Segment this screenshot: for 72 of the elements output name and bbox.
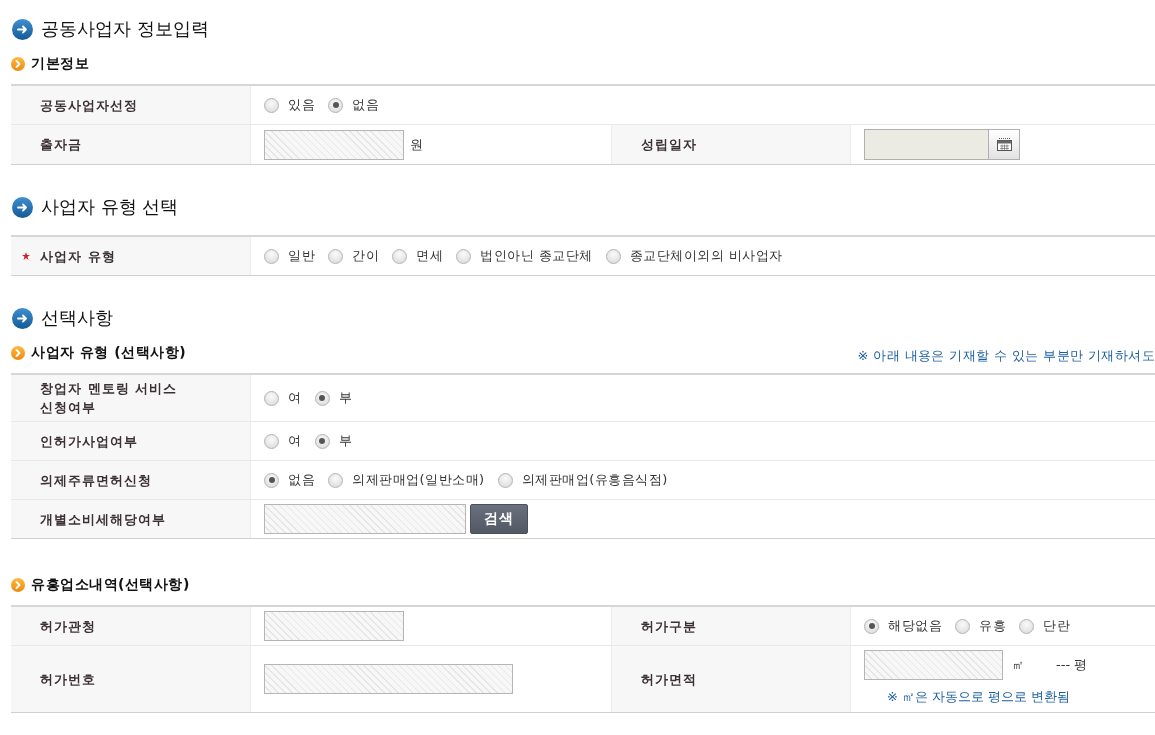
field-label: 허가관청: [40, 617, 96, 636]
radio-button[interactable]: [328, 97, 343, 113]
field-label: 개별소비세해당여부: [40, 510, 166, 529]
radio-label: 없음: [352, 96, 379, 114]
input-field[interactable]: [264, 664, 513, 694]
radio-button[interactable]: [264, 472, 279, 488]
date-field[interactable]: [864, 129, 989, 160]
arrow-right-circle-icon: [12, 307, 33, 329]
arrow-right-circle-icon: [12, 196, 33, 218]
radio-label: 의제판매업(유흥음식점): [521, 471, 668, 489]
subsection-title: 기본정보: [31, 55, 89, 73]
radio-button[interactable]: [392, 248, 407, 264]
notice-text: ※ 아래 내용은 기재할 수 있는 부분만 기재하셔도: [857, 347, 1155, 365]
radio-label: 일반: [288, 247, 315, 265]
unit-label: ㎡: [1012, 656, 1024, 674]
subsection-title: 유흥업소내역(선택사항): [31, 576, 190, 594]
chevron-circle-icon: [11, 57, 25, 71]
radio-button[interactable]: [955, 618, 970, 634]
radio-button[interactable]: [264, 390, 279, 406]
field-label: 창업자 멘토링 서비스 신청여부: [40, 380, 179, 417]
field-label: 성립일자: [641, 136, 697, 154]
radio-label: 부: [338, 389, 352, 407]
radio-button[interactable]: [864, 618, 879, 634]
radio-label: 있음: [288, 96, 315, 114]
radio-button[interactable]: [264, 97, 279, 113]
radio-label: 여: [288, 389, 302, 407]
radio-button[interactable]: [497, 472, 513, 488]
field-label: 사업자 유형: [40, 247, 116, 266]
section-title: 사업자 유형 선택: [41, 195, 179, 219]
field-label: 공동사업자선정: [40, 96, 138, 115]
chevron-circle-icon: [11, 578, 25, 592]
radio-label: 종교단체이외의 비사업자: [629, 247, 783, 265]
search-button[interactable]: 검색: [470, 504, 528, 534]
arrow-right-circle-icon: [12, 18, 33, 40]
radio-button[interactable]: [328, 472, 343, 488]
radio-button[interactable]: [328, 248, 343, 264]
input-field[interactable]: [864, 650, 1003, 680]
radio-button[interactable]: [1019, 618, 1034, 634]
radio-button[interactable]: [314, 390, 330, 406]
radio-button[interactable]: [264, 248, 279, 264]
converted-value: --- 평: [1056, 656, 1088, 674]
subsection-title: 사업자 유형 (선택사항): [31, 344, 187, 362]
field-label: 허가면적: [641, 670, 697, 689]
chevron-circle-icon: [11, 346, 25, 360]
field-label: 허가구분: [641, 617, 697, 636]
radio-label: 간이: [352, 247, 379, 265]
section-title: 공동사업자 정보입력: [41, 17, 209, 41]
calendar-button[interactable]: [989, 129, 1020, 160]
field-label: 출자금: [40, 136, 82, 154]
field-label: 인허가사업여부: [40, 432, 138, 451]
radio-label: 해당없음: [888, 617, 942, 635]
field-label: 의제주류면허신청: [40, 471, 152, 490]
section-title: 선택사항: [41, 306, 113, 330]
calendar-icon: [996, 138, 1012, 151]
radio-label: 법인아닌 종교단체: [480, 247, 593, 265]
input-field[interactable]: [264, 504, 466, 534]
radio-button[interactable]: [314, 433, 330, 449]
radio-label: 단란: [1043, 617, 1070, 635]
radio-button[interactable]: [605, 248, 621, 264]
unit-label: 원: [410, 135, 423, 154]
radio-button[interactable]: [456, 248, 471, 264]
input-field[interactable]: [264, 129, 404, 160]
radio-label: 부: [338, 432, 352, 450]
radio-label: 없음: [288, 471, 315, 489]
radio-label: 유흥: [979, 617, 1006, 635]
radio-label: 면세: [416, 247, 443, 265]
radio-button[interactable]: [264, 433, 279, 449]
radio-label: 여: [288, 432, 302, 450]
input-field[interactable]: [264, 611, 404, 641]
radio-label: 의제판매업(일반소매): [352, 471, 485, 489]
field-label: 허가번호: [40, 670, 96, 689]
hint-text: ※ ㎡은 자동으로 평으로 변환됨: [887, 688, 1072, 706]
